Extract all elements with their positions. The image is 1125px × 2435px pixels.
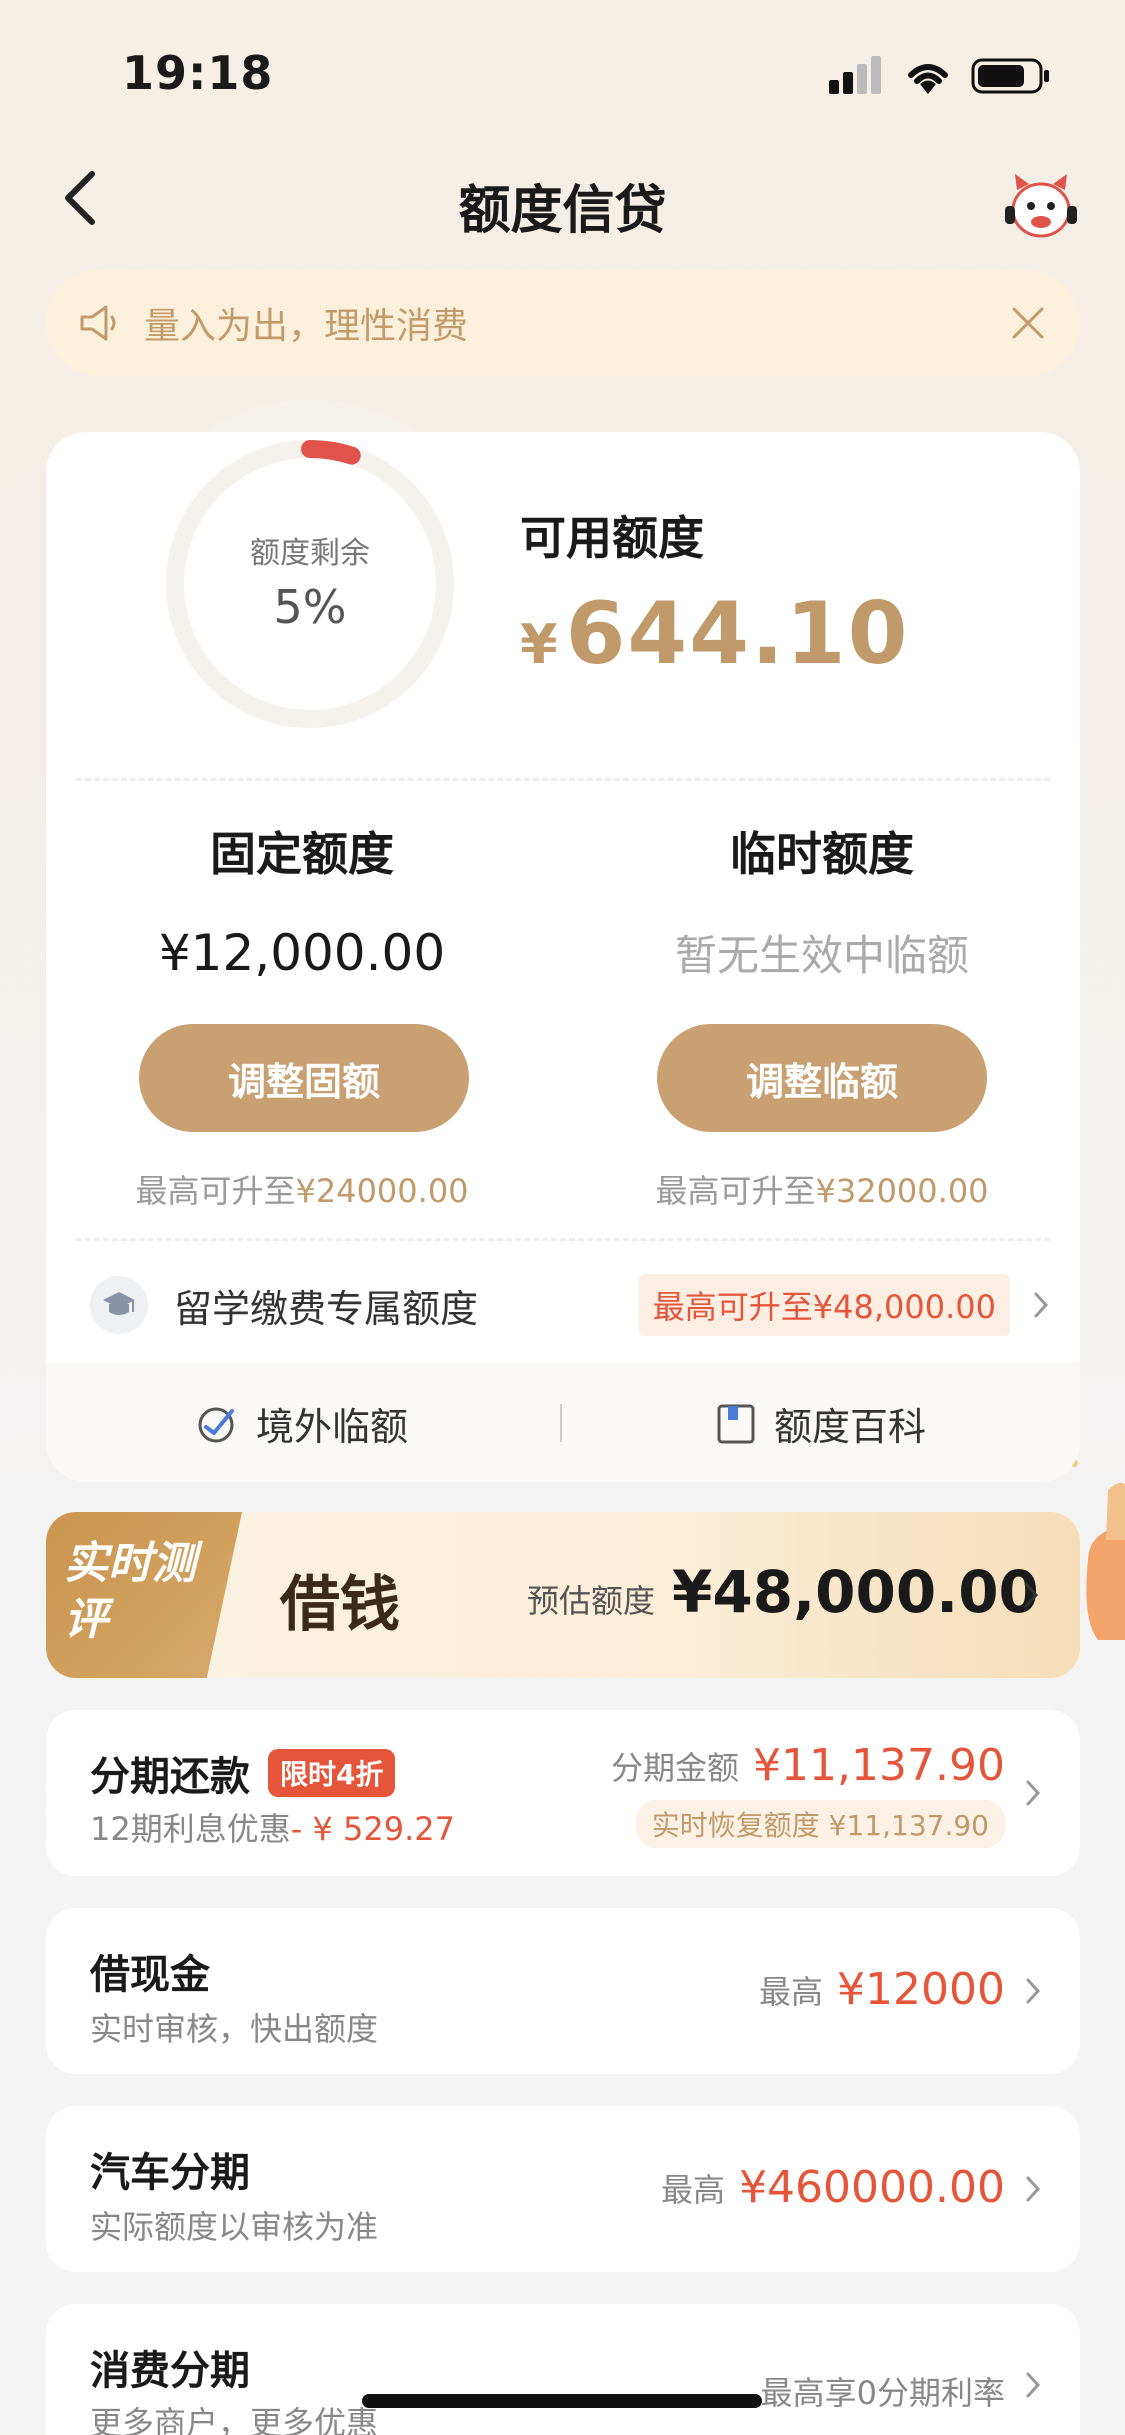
installment-sub-text: 12期利息优惠 [90,1810,291,1848]
consumer-sub: 更多商户，更多优惠 [90,2404,379,2435]
page-title: 额度信贷 [458,181,667,241]
installment-amount: ¥11,137.90 [753,1740,1005,1791]
loan-estimate-label: 预估额度 [527,1582,656,1620]
link-separator [560,1404,562,1442]
car-sub: 实际额度以审核为准 [90,2208,379,2246]
status-time: 19:18 [122,46,274,100]
credit-wiki-label: 额度百科 [774,1405,927,1449]
status-icons [827,56,1051,96]
installment-title-row: 分期还款 限时4折 [90,1744,396,1802]
car-title: 汽车分期 [90,2150,250,2196]
study-tag: 最高可升至¥48,000.00 [638,1274,1010,1336]
consumer-right: 最高享0分期利率 [760,2374,1005,2412]
divider [76,1238,1050,1241]
chevron-right-icon [1026,2176,1041,2202]
temporary-note: 最高可升至¥32000.00 [612,1166,1032,1212]
overseas-icon [198,1407,234,1442]
installment-amount-row: 分期金额 ¥11,137.90 [611,1740,1005,1791]
divider [76,778,1050,781]
fixed-note-prefix: 最高可升至 [135,1172,296,1210]
cash-title: 借现金 [90,1952,210,1998]
fixed-note-value: ¥24000.00 [295,1172,469,1210]
remaining-label: 额度剩余 [250,536,370,571]
temporary-note-prefix: 最高可升至 [655,1172,816,1210]
installment-sub: 12期利息优惠- ¥ 529.27 [90,1804,455,1850]
loan-badge-text: 实时测评 [64,1538,196,1645]
mascot-icon[interactable] [1001,166,1081,242]
notice-bar: 量入为出，理性消费 [46,270,1080,376]
consumer-title: 消费分期 [90,2348,250,2394]
available-label: 可用额度 [520,511,704,565]
chevron-right-icon [1034,1292,1049,1318]
available-value: 644.10 [565,584,910,684]
overseas-temp-label: 境外临额 [256,1405,409,1449]
chevron-right-icon [1026,1978,1041,2004]
speaker-icon [80,305,116,341]
close-icon[interactable] [1008,303,1048,343]
installment-restore: 实时恢复额度 ¥11,137.90 [635,1800,1005,1848]
installment-tag: 限时4折 [268,1749,396,1797]
cash-max-row: 最高 ¥12000 [759,1964,1005,2015]
chevron-right-icon [1026,2372,1041,2398]
fixed-note: 最高可升至¥24000.00 [92,1166,512,1212]
signal-icon [829,56,881,94]
cash-max-value: ¥12000 [837,1964,1005,2015]
wifi-icon [908,64,948,94]
chevron-right-icon [1024,1582,1039,1608]
currency-symbol: ¥ [520,613,560,676]
adjust-fixed-button[interactable]: 调整固额 [139,1024,469,1132]
study-icon-wrap [90,1276,148,1334]
temporary-title: 临时额度 [730,827,914,881]
available-amount: ¥644.10 [520,584,909,684]
cash-max-label: 最高 [759,1972,824,2011]
fixed-title: 固定额度 [210,827,394,881]
cash-sub: 实时审核，快出额度 [90,2010,379,2048]
car-max-row: 最高 ¥460000.00 [661,2162,1005,2213]
fixed-amount: ¥12,000.00 [158,924,446,982]
chevron-right-icon [1026,1780,1041,1806]
home-indicator [362,2394,762,2408]
battery-icon [971,58,1049,94]
temporary-empty: 暂无生效中临额 [674,931,969,980]
notice-text: 量入为出，理性消费 [144,306,469,347]
installment-discount: - ¥ 529.27 [290,1810,455,1848]
loan-title: 借钱 [280,1570,400,1640]
temporary-note-value: ¥32000.00 [815,1172,989,1210]
credit-wiki-link[interactable]: 额度百科 [716,1396,926,1451]
car-max-value: ¥460000.00 [739,2162,1005,2213]
adjust-temporary-button[interactable]: 调整临额 [657,1024,987,1132]
study-label: 留学缴费专属额度 [174,1286,479,1331]
car-max-label: 最高 [661,2170,726,2209]
graduation-cap-icon [103,1292,135,1315]
installment-amount-label: 分期金额 [611,1748,740,1787]
installment-title: 分期还款 [90,1754,250,1800]
loan-estimate-value: ¥48,000.00 [672,1558,1039,1626]
study-abroad-row[interactable]: 留学缴费专属额度 最高可升至¥48,000.00 [90,1270,1050,1340]
remaining-percent: 5% [273,580,347,634]
book-icon [717,1404,755,1443]
overseas-temp-link[interactable]: 境外临额 [196,1396,408,1451]
